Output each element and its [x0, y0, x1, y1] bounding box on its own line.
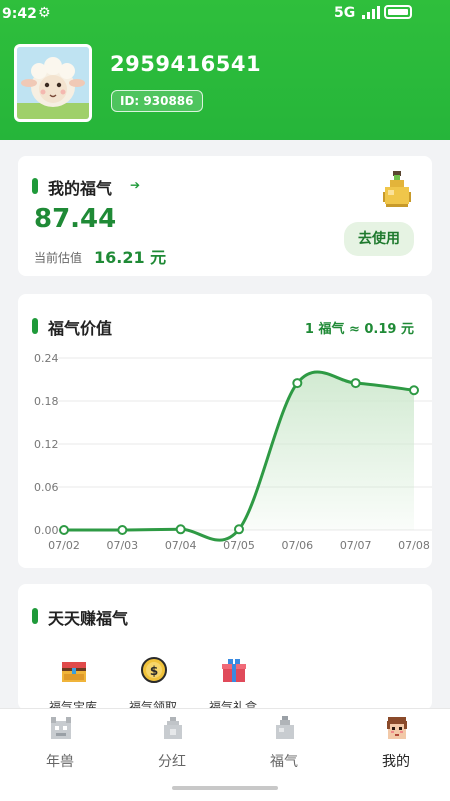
- profile-header: 9:42 ⚙ 5G 2959416541 ID: 930886: [0, 0, 450, 140]
- x-tick-label: 07/05: [223, 539, 255, 552]
- tab-dividend[interactable]: 分红: [116, 715, 228, 775]
- task-list: 福气宝库 $ 福气领取 福气礼盒: [18, 646, 432, 710]
- gourd-icon: [383, 171, 411, 207]
- tab-beast[interactable]: 年兽: [4, 715, 116, 775]
- y-tick-label: 0.06: [34, 481, 59, 494]
- tab-label: 年兽: [46, 754, 74, 770]
- tab-label: 我的: [382, 754, 410, 770]
- x-tick-label: 07/03: [106, 539, 138, 552]
- task-item-gift[interactable]: 福气礼盒: [194, 646, 272, 710]
- coin-icon: $: [141, 657, 167, 683]
- data-point: [292, 378, 303, 389]
- y-tick-label: 0.00: [34, 524, 59, 537]
- fortune-balance: 87.44: [34, 204, 117, 234]
- tab-fortune[interactable]: 福气: [228, 715, 340, 775]
- x-tick-label: 07/06: [281, 539, 313, 552]
- earn-fortune-card: 天天赚福气 福气宝库 $ 福气领取 福气礼盒: [18, 584, 432, 710]
- fortune-jar-icon: [276, 716, 294, 739]
- fortune-value-card: 福气价值 1 福气 ≈ 0.19 元 0.00 0.06 0.12 0.18 0.24 0…: [18, 294, 432, 568]
- svg-text:$: $: [150, 664, 158, 678]
- data-point: [117, 525, 128, 535]
- sheep-avatar-icon: [17, 47, 89, 119]
- data-point: [175, 524, 186, 535]
- status-bar: 9:42 ⚙ 5G: [0, 0, 450, 28]
- estimate-label: 当前估值: [34, 251, 83, 265]
- signal-icon: [362, 6, 380, 19]
- tab-label: 分红: [158, 754, 186, 770]
- fortune-balance-card: 我的福气 ➔ 87.44 当前估值 16.21 元 去使用: [18, 156, 432, 276]
- fortune-value-chart: 0.00 0.06 0.12 0.18 0.24 07/02 07/03 07/04 07/05…: [34, 352, 432, 552]
- data-point: [350, 378, 361, 389]
- tab-label: 福气: [270, 754, 298, 770]
- data-point: [409, 385, 419, 396]
- network-label: 5G: [334, 5, 356, 21]
- task-item-treasure[interactable]: 福气宝库: [34, 646, 112, 710]
- y-tick-label: 0.18: [34, 395, 59, 408]
- section-marker: [32, 608, 38, 624]
- user-number: 2959416541: [110, 52, 262, 76]
- earn-title: 天天赚福气: [48, 609, 129, 628]
- arrow-right-icon[interactable]: ➔: [130, 178, 140, 192]
- y-tick-label: 0.12: [34, 438, 59, 451]
- tab-me[interactable]: 我的: [340, 715, 450, 775]
- gear-icon: ⚙: [38, 5, 51, 21]
- fortune-title[interactable]: 我的福气: [48, 175, 112, 199]
- estimate-value: 16.21 元: [94, 248, 167, 267]
- section-marker: [32, 178, 38, 194]
- profile-avatar-icon: [387, 717, 407, 739]
- status-time: 9:42: [2, 6, 37, 22]
- y-tick-label: 0.24: [34, 352, 59, 365]
- data-point: [59, 525, 69, 535]
- x-tick-label: 07/04: [165, 539, 197, 552]
- home-indicator[interactable]: [172, 786, 278, 790]
- user-id-badge[interactable]: ID: 930886: [111, 90, 203, 112]
- avatar[interactable]: [14, 44, 92, 122]
- task-item-coin[interactable]: $ 福气领取: [114, 646, 192, 710]
- x-tick-label: 07/07: [340, 539, 372, 552]
- x-tick-label: 07/02: [48, 539, 80, 552]
- battery-icon: [384, 5, 412, 19]
- treasure-chest-icon: [62, 662, 86, 682]
- use-fortune-button[interactable]: 去使用: [344, 222, 414, 256]
- gift-box-icon: [222, 659, 246, 682]
- x-tick-label: 07/08: [398, 539, 430, 552]
- data-point: [234, 524, 244, 535]
- series-area: [64, 371, 414, 541]
- dividend-bag-icon: [164, 717, 182, 739]
- beast-icon: [51, 717, 71, 739]
